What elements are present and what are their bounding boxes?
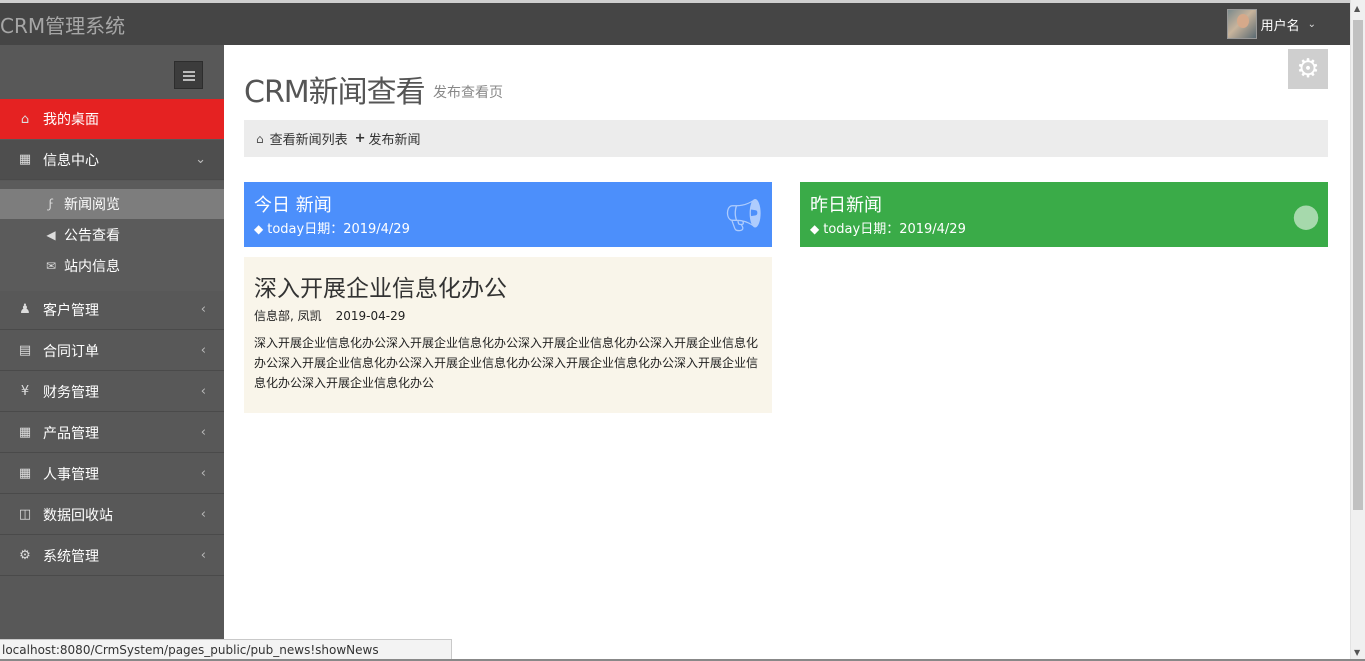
chevron-down-icon: ⌄ xyxy=(195,152,206,167)
sidebar-item-system[interactable]: ⚙ 系统管理 ‹ xyxy=(0,536,224,576)
chevron-left-icon: ‹ xyxy=(200,384,206,399)
chevron-left-icon: ‹ xyxy=(200,466,206,481)
bullhorn-icon: 📢︎ xyxy=(723,196,764,234)
sidebar-item-label: 系统管理 xyxy=(43,548,99,565)
today-news-date: ◆ today日期：2019/4/29 xyxy=(254,218,410,237)
book-icon: ▤ xyxy=(18,343,32,358)
volume-icon: ◀ xyxy=(46,228,56,242)
today-news-title: 今日 新闻 xyxy=(254,195,332,216)
scroll-down-icon[interactable]: ▼ xyxy=(1354,648,1360,657)
yen-icon: ¥ xyxy=(20,384,30,399)
sidebar-subitem-announcements[interactable]: ◀ 公告查看 xyxy=(0,220,224,250)
news-list-link[interactable]: 查看新闻列表 xyxy=(270,129,348,148)
sidebar-item-desktop[interactable]: ⌂ 我的桌面 xyxy=(0,99,224,139)
scrollbar-thumb[interactable] xyxy=(1353,20,1363,510)
sidebar-subitem-label: 新闻阅览 xyxy=(64,197,120,213)
sidebar-item-label: 人事管理 xyxy=(43,466,99,483)
sidebar-item-products[interactable]: ▦ 产品管理 ‹ xyxy=(0,413,224,453)
sidebar-item-hr[interactable]: ▦ 人事管理 ‹ xyxy=(0,454,224,494)
sidebar-item-label: 我的桌面 xyxy=(43,112,99,128)
today-date-label: today日期：2019/4/29 xyxy=(267,222,410,237)
main-content: CRM新闻查看 发布查看页 ⚙ ⌂ 查看新闻列表 + 发布新闻 今日 新闻 ◆ t… xyxy=(224,45,1350,661)
yesterday-news-title: 昨日新闻 xyxy=(810,195,882,216)
gear-icon: ⚙ xyxy=(1296,54,1320,84)
sidebar-item-recycle-bin[interactable]: ◫ 数据回收站 ‹ xyxy=(0,495,224,535)
sidebar-item-label: 合同订单 xyxy=(43,343,99,360)
chevron-left-icon: ‹ xyxy=(200,425,206,440)
top-navbar: CRM管理系统 用户名 ⌄ xyxy=(0,3,1350,45)
user-name[interactable]: 用户名 xyxy=(1261,15,1300,34)
scroll-up-icon[interactable]: ▲ xyxy=(1354,4,1360,13)
breadcrumb: ⌂ 查看新闻列表 + 发布新闻 xyxy=(244,120,1328,157)
chevron-left-icon: ‹ xyxy=(200,343,206,358)
app-brand[interactable]: CRM管理系统 xyxy=(0,10,125,39)
yesterday-date-label: today日期：2019/4/29 xyxy=(823,222,966,237)
chevron-left-icon: ‹ xyxy=(200,548,206,563)
settings-gear-button[interactable]: ⚙ xyxy=(1288,49,1328,89)
sidebar-subitem-site-messages[interactable]: ✉ 站内信息 xyxy=(0,251,224,281)
plus-icon: + xyxy=(354,131,366,146)
yesterday-news-panel[interactable]: 昨日新闻 ◆ today日期：2019/4/29 ● xyxy=(800,182,1328,247)
sidebar-item-finance[interactable]: ¥ 财务管理 ‹ xyxy=(0,372,224,412)
table-icon: ▦ xyxy=(18,425,32,440)
news-title[interactable]: 深入开展企业信息化办公 xyxy=(254,269,507,303)
sidebar-item-contracts[interactable]: ▤ 合同订单 ‹ xyxy=(0,331,224,371)
yesterday-news-date: ◆ today日期：2019/4/29 xyxy=(810,218,966,237)
sidebar-item-label: 数据回收站 xyxy=(43,507,113,524)
page-subtitle: 发布查看页 xyxy=(433,85,503,101)
gear-icon: ⚙ xyxy=(19,548,31,563)
envelope-icon: ✉ xyxy=(45,259,57,273)
sidebar-toggle-button[interactable] xyxy=(174,61,203,89)
person-icon: ♟ xyxy=(19,302,31,317)
sidebar-subitem-label: 公告查看 xyxy=(64,228,120,244)
table-icon: ▦ xyxy=(18,466,32,481)
sidebar-item-label: 产品管理 xyxy=(43,425,99,442)
sidebar-item-label: 客户管理 xyxy=(43,302,99,319)
sidebar-item-label: 信息中心 xyxy=(43,152,99,169)
page-title: CRM新闻查看 xyxy=(244,75,426,110)
vertical-scrollbar[interactable]: ▲ ▼ xyxy=(1350,0,1365,661)
tag-icon: ◆ xyxy=(810,222,820,236)
news-meta: 信息部, 凤凯 2019-04-29 xyxy=(254,307,405,324)
user-avatar[interactable] xyxy=(1226,9,1257,39)
browser-status-bar: localhost:8080/CrmSystem/pages_public/pu… xyxy=(0,639,452,661)
sidebar-subitem-news-browse[interactable]: ϝ 新闻阅览 xyxy=(0,189,224,219)
sidebar-item-customers[interactable]: ♟ 客户管理 ‹ xyxy=(0,290,224,330)
sidebar-item-info-center[interactable]: ▦ 信息中心 ⌄ xyxy=(0,140,224,180)
tag-icon: ◆ xyxy=(254,222,264,236)
trash-icon: ◫ xyxy=(18,507,32,522)
news-author: 信息部, 凤凯 xyxy=(254,309,322,323)
chevron-left-icon: ‹ xyxy=(200,302,206,317)
sidebar-subitem-label: 站内信息 xyxy=(64,259,120,275)
chevron-left-icon: ‹ xyxy=(200,507,206,522)
chevron-down-icon[interactable]: ⌄ xyxy=(1308,19,1316,30)
user-menu[interactable]: 用户名 ⌄ xyxy=(1226,9,1316,39)
publish-news-link[interactable]: 发布新闻 xyxy=(369,129,421,148)
news-body: 深入开展企业信息化办公深入开展企业信息化办公深入开展企业信息化办公深入开展企业信… xyxy=(254,336,759,390)
home-icon: ⌂ xyxy=(256,131,264,146)
status-url: localhost:8080/CrmSystem/pages_public/pu… xyxy=(2,643,379,657)
info-center-submenu: ϝ 新闻阅览 ◀ 公告查看 ✉ 站内信息 xyxy=(0,181,224,291)
home-icon: ⌂ xyxy=(20,111,30,127)
bolt-icon: ϝ xyxy=(48,197,54,211)
news-card[interactable]: 深入开展企业信息化办公 信息部, 凤凯 2019-04-29 深入开展企业信息化办… xyxy=(244,257,772,413)
today-news-panel[interactable]: 今日 新闻 ◆ today日期：2019/4/29 📢︎ xyxy=(244,182,772,247)
inbox-icon: ▦ xyxy=(18,152,32,167)
sidebar-item-label: 财务管理 xyxy=(43,384,99,401)
news-date: 2019-04-29 xyxy=(335,309,406,323)
sidebar: ⌂ 我的桌面 ▦ 信息中心 ⌄ ϝ 新闻阅览 ◀ 公告查看 ✉ 站内信息 ♟ 客… xyxy=(0,45,224,661)
globe-icon: ● xyxy=(1292,196,1320,234)
